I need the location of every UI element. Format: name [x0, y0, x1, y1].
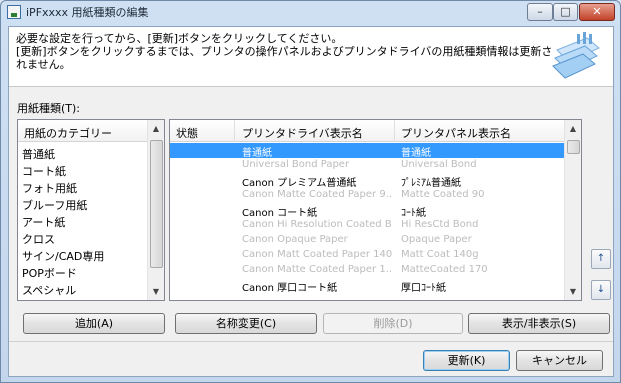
instruction-line: [更新]ボタンをクリックするまでは、プリンタの操作パネルおよびプリンタドライバの…	[16, 45, 553, 58]
driver-name-cell: Canon Opaque Paper	[242, 234, 348, 245]
paper-type-label: 用紙種類(T):	[17, 102, 81, 115]
category-header[interactable]: 用紙のカテゴリー	[18, 120, 148, 142]
driver-name-cell: Universal Bond Paper	[242, 159, 350, 170]
category-list[interactable]: 用紙のカテゴリー 普通紙 コート紙 フォト用紙 ブルーフ用紙 アート紙 クロス …	[17, 119, 165, 301]
table-scrollbar[interactable]: ▲ ▼	[564, 120, 581, 300]
table-row[interactable]: Canon Matt Coated Paper 140g Matt Coat 14…	[170, 248, 565, 263]
table-row[interactable]: Canon Hi Resolution Coated B... Hi ResCtd…	[170, 218, 565, 233]
column-divider[interactable]	[234, 120, 235, 142]
cancel-button[interactable]: キャンセル	[516, 350, 603, 371]
category-item[interactable]: コート紙	[22, 163, 66, 179]
panel-name-cell: Hi ResCtd Bond	[401, 219, 479, 230]
scroll-thumb[interactable]	[567, 140, 580, 154]
panel-name-cell: Matt Coat 140g	[401, 249, 479, 260]
dialog-body: 必要な設定を行ってから、[更新]ボタンをクリックしてください。 [更新]ボタンを…	[8, 26, 614, 377]
table-row[interactable]: Universal Bond Paper Universal Bond	[170, 158, 565, 173]
title-bar[interactable]: iPFxxxx 用紙種類の編集 – □ ✕	[1, 1, 620, 23]
category-item[interactable]: サイン/CAD専用	[22, 248, 104, 264]
table-row[interactable]: Canon プレミアム普通紙 ﾌﾟﾚﾐｱﾑ普通紙	[170, 173, 565, 189]
panel-name-cell: ﾌﾟﾚﾐｱﾑ普通紙	[401, 178, 461, 189]
edit-paper-type-window: iPFxxxx 用紙種類の編集 – □ ✕ 必要な設定を行ってから、[更新]ボタ…	[0, 0, 621, 383]
window-title: iPFxxxx 用紙種類の編集	[26, 6, 149, 19]
category-item[interactable]: POPボード	[22, 265, 77, 281]
category-scrollbar[interactable]: ▲ ▼	[147, 120, 164, 300]
scroll-down-icon[interactable]: ▼	[148, 283, 164, 300]
panel-name-cell: Opaque Paper	[401, 234, 472, 245]
update-button[interactable]: 更新(K)	[423, 350, 510, 371]
close-button[interactable]: ✕	[579, 3, 615, 21]
panel-name-cell: 普通紙	[401, 148, 431, 159]
table-row[interactable]: 普通紙 普通紙	[170, 143, 565, 159]
scroll-up-icon[interactable]: ▲	[565, 120, 581, 137]
show-hide-button[interactable]: 表示/非表示(S)	[468, 313, 610, 334]
instruction-line: れません。	[16, 58, 71, 71]
driver-name-cell: Canon Matte Coated Paper 1...	[242, 264, 392, 275]
column-divider[interactable]	[394, 120, 395, 142]
category-item[interactable]: アート紙	[22, 214, 65, 230]
scroll-thumb[interactable]	[150, 140, 163, 268]
instruction-line: 必要な設定を行ってから、[更新]ボタンをクリックしてください。	[16, 32, 343, 45]
panel-name-cell: Universal Bond	[401, 159, 477, 170]
divider	[9, 341, 613, 342]
move-up-icon[interactable]: ↑	[591, 249, 611, 269]
delete-button[interactable]: 削除(D)	[323, 313, 463, 334]
table-row[interactable]: Canon 厚口コート紙 厚口ｺｰﾄ紙	[170, 278, 565, 294]
table-header: 状態 プリンタドライバ表示名 プリンタパネル表示名	[170, 120, 565, 142]
instruction-text: 必要な設定を行ってから、[更新]ボタンをクリックしてください。 [更新]ボタンを…	[16, 32, 553, 71]
driver-name-cell: Canon Matt Coated Paper 140g	[242, 249, 392, 260]
driver-name-cell: 普通紙	[242, 148, 272, 159]
driver-name-cell: Canon 厚口コート紙	[242, 283, 338, 294]
driver-name-cell: Canon Hi Resolution Coated B...	[242, 219, 392, 230]
add-button[interactable]: 追加(A)	[23, 313, 165, 334]
maximize-button[interactable]: □	[553, 3, 578, 21]
paper-stack-illustration	[552, 32, 600, 79]
category-item[interactable]: クロス	[22, 231, 55, 247]
driver-name-cell: Canon Matte Coated Paper 9...	[242, 189, 392, 200]
driver-name-cell: Canon コート紙	[242, 208, 318, 219]
column-header-state[interactable]: 状態	[176, 125, 198, 141]
table-row[interactable]: Canon Opaque Paper Opaque Paper	[170, 233, 565, 248]
panel-name-cell: ｺｰﾄ紙	[401, 208, 426, 219]
scroll-up-icon[interactable]: ▲	[148, 120, 164, 137]
table-row[interactable]: Canon コート紙 ｺｰﾄ紙	[170, 203, 565, 219]
table-row[interactable]: Canon Matte Coated Paper 1... MatteCoated…	[170, 263, 565, 278]
panel-name-cell: Matte Coated 90	[401, 189, 485, 200]
move-down-icon[interactable]: ↓	[591, 280, 611, 300]
table-row[interactable]: Canon Matte Coated Paper 9... Matte Coate…	[170, 188, 565, 203]
column-header-driver-name[interactable]: プリンタドライバ表示名	[242, 125, 363, 141]
category-item[interactable]: フォト用紙	[22, 180, 77, 196]
category-item[interactable]: 普通紙	[22, 146, 55, 162]
instruction-header: 必要な設定を行ってから、[更新]ボタンをクリックしてください。 [更新]ボタンを…	[9, 27, 613, 87]
category-item[interactable]: ブルーフ用紙	[22, 197, 87, 213]
app-icon	[7, 5, 21, 19]
scroll-down-icon[interactable]: ▼	[565, 283, 581, 300]
paper-type-table[interactable]: 状態 プリンタドライバ表示名 プリンタパネル表示名 普通紙 普通紙 Universa…	[169, 119, 582, 301]
panel-name-cell: MatteCoated 170	[401, 264, 488, 275]
panel-name-cell: 厚口ｺｰﾄ紙	[401, 283, 446, 294]
driver-name-cell: Canon プレミアム普通紙	[242, 178, 357, 189]
column-header-panel-name[interactable]: プリンタパネル表示名	[401, 125, 511, 141]
category-item[interactable]: スペシャル	[22, 282, 76, 298]
rename-button[interactable]: 名称変更(C)	[175, 313, 317, 334]
minimize-button[interactable]: –	[527, 3, 553, 21]
